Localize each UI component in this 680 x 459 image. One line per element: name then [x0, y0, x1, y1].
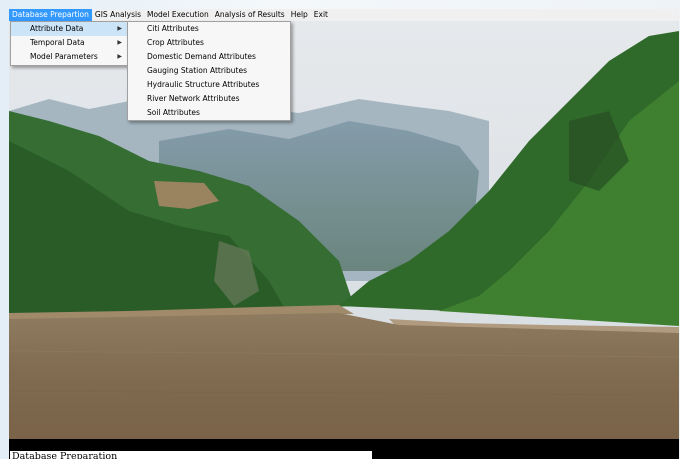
menu-item-label: Temporal Data: [30, 38, 85, 47]
attribute-data-submenu: Citi Attributes Crop Attributes Domestic…: [127, 21, 291, 121]
menu-model-execution[interactable]: Model Execution: [144, 9, 212, 21]
menu-item-temporal-data[interactable]: Temporal Data ▶: [11, 36, 128, 50]
menu-item-gauging-station-attributes[interactable]: Gauging Station Attributes: [128, 64, 290, 78]
menu-item-attribute-data[interactable]: Attribute Data ▶: [11, 22, 128, 36]
database-preparation-menu: Attribute Data ▶ Temporal Data ▶ Model P…: [10, 21, 129, 66]
menu-help[interactable]: Help: [288, 9, 311, 21]
menu-item-label: Attribute Data: [30, 24, 84, 33]
submenu-arrow-icon: ▶: [117, 39, 122, 46]
status-text: Database Preparation: [10, 451, 372, 459]
menu-item-model-parameters[interactable]: Model Parameters ▶: [11, 50, 128, 64]
menu-item-river-network-attributes[interactable]: River Network Attributes: [128, 92, 290, 106]
menu-exit[interactable]: Exit: [311, 9, 331, 21]
menu-item-label: Model Parameters: [30, 52, 98, 61]
menu-gis-analysis[interactable]: GIS Analysis: [92, 9, 144, 21]
app-window: Database Prepartion GIS Analysis Model Exe…: [9, 9, 679, 459]
menu-analysis-of-results[interactable]: Analysis of Results: [212, 9, 288, 21]
background-landscape-image: [9, 21, 679, 439]
menu-item-hydraulic-structure-attributes[interactable]: Hydraulic Structure Attributes: [128, 78, 290, 92]
menu-bar: Database Prepartion GIS Analysis Model Exe…: [9, 9, 679, 21]
menu-item-domestic-demand-attributes[interactable]: Domestic Demand Attributes: [128, 50, 290, 64]
menu-item-citi-attributes[interactable]: Citi Attributes: [128, 22, 290, 36]
submenu-arrow-icon: ▶: [117, 25, 122, 32]
menu-item-soil-attributes[interactable]: Soil Attributes: [128, 106, 290, 120]
submenu-arrow-icon: ▶: [117, 53, 122, 60]
menu-item-crop-attributes[interactable]: Crop Attributes: [128, 36, 290, 50]
menu-database-preparation[interactable]: Database Prepartion: [9, 9, 92, 21]
